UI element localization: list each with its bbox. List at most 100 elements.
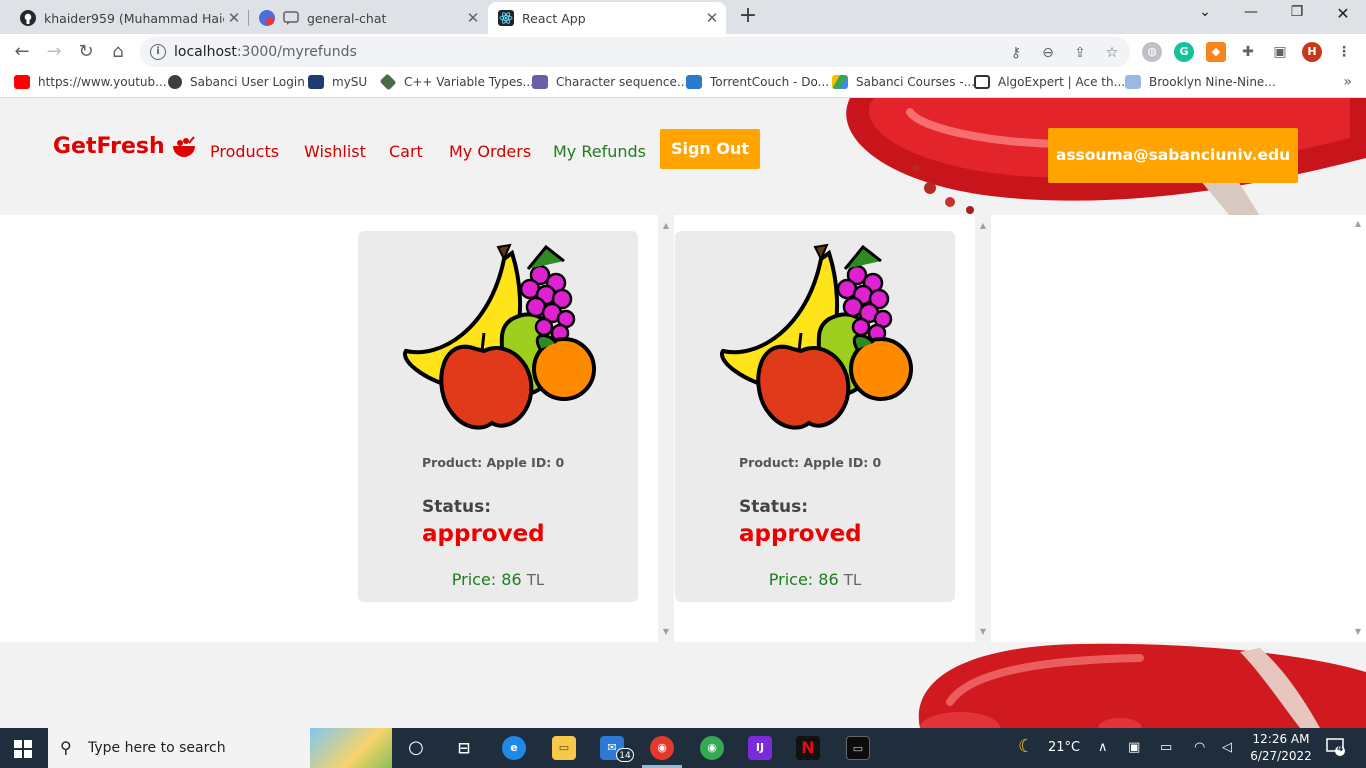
bookmark-brooklyn-nine-nine[interactable]: Brooklyn Nine-Nine... <box>1125 75 1276 89</box>
tab-strip: khaider959 (Muhammad Haider ✕ general-ch… <box>0 0 1366 34</box>
side-panel-icon[interactable]: ▣ <box>1270 42 1290 62</box>
scroll-up-arrow-icon[interactable]: ▲ <box>658 221 674 230</box>
card-scrollbar[interactable]: ▲ ▼ <box>975 215 991 642</box>
scroll-down-arrow-icon[interactable]: ▼ <box>658 627 674 636</box>
restore-button[interactable]: ❐ <box>1282 4 1312 26</box>
fruit-basket-image <box>403 243 596 430</box>
show-hidden-icons-icon[interactable]: ∧ <box>1098 740 1108 755</box>
weather-moon-icon[interactable]: ☾ <box>1018 736 1034 757</box>
share-icon[interactable]: ⇪ <box>1070 43 1090 63</box>
cortana-icon[interactable]: ○ <box>404 736 428 760</box>
refund-scroll-container[interactable]: Product: Apple ID: 0 Status: approved Pr… <box>358 215 674 642</box>
scroll-down-arrow-icon[interactable]: ▼ <box>975 627 991 636</box>
new-tab-button[interactable]: + <box>736 5 760 29</box>
reload-button[interactable]: ↻ <box>74 40 98 64</box>
bookmark-cpp-variables[interactable]: C++ Variable Types... <box>379 73 534 91</box>
chat-icon <box>283 11 299 25</box>
back-button[interactable]: ← <box>10 40 34 64</box>
google-drive-icon <box>832 75 848 89</box>
nav-cart[interactable]: Cart <box>389 142 423 161</box>
refund-card: Product: Apple ID: 0 Status: approved Pr… <box>358 231 638 602</box>
wifi-icon[interactable]: ◠ <box>1194 740 1205 755</box>
bookmark-algoexpert[interactable]: AlgoExpert | Ace th... <box>974 75 1125 89</box>
brooklyn-icon <box>1125 75 1141 89</box>
scroll-down-arrow-icon[interactable]: ▼ <box>1350 627 1366 636</box>
bookmark-character-sequence[interactable]: Character sequence... <box>532 75 688 89</box>
metamask-extension-icon[interactable]: ◆ <box>1206 42 1226 62</box>
card-scrollbar[interactable]: ▲ ▼ <box>658 215 674 642</box>
bookmark-sabanci-login[interactable]: Sabanci User Login <box>168 75 305 89</box>
home-button[interactable]: ⌂ <box>106 40 130 64</box>
netflix-icon[interactable]: N <box>796 736 820 760</box>
bookmark-star-icon[interactable]: ☆ <box>1102 43 1122 63</box>
tab-react-app[interactable]: React App ✕ <box>488 2 726 34</box>
price-label: Price: <box>768 570 814 589</box>
volume-icon[interactable]: ◁ <box>1222 740 1232 755</box>
bookmark-mysu[interactable]: mySU <box>308 75 367 89</box>
user-email-button[interactable]: assouma@sabanciuniv.edu <box>1048 128 1298 183</box>
tab-search-icon[interactable]: ⌄ <box>1190 4 1220 26</box>
minimize-button[interactable]: — <box>1236 4 1266 26</box>
page-scrollbar[interactable]: ▲ ▼ <box>1350 215 1366 642</box>
grammarly-extension-icon[interactable]: G <box>1174 42 1194 62</box>
bookmark-label: https://www.youtub... <box>38 75 167 89</box>
close-tab-icon[interactable]: ✕ <box>224 9 244 27</box>
refund-card: Product: Apple ID: 0 Status: approved Pr… <box>675 231 955 602</box>
chrome-icon[interactable]: ◉ <box>700 736 724 760</box>
forward-button[interactable]: → <box>42 40 66 64</box>
nav-wishlist[interactable]: Wishlist <box>304 142 366 161</box>
meet-now-icon[interactable]: ▣ <box>1128 740 1140 755</box>
battery-icon[interactable]: ▭ <box>1160 740 1172 755</box>
scroll-up-arrow-icon[interactable]: ▲ <box>975 221 991 230</box>
grammarly-icon <box>259 10 275 26</box>
refund-scroll-container[interactable]: Product: Apple ID: 0 Status: approved Pr… <box>675 215 991 642</box>
refund-product-name: Product: Apple ID: 0 <box>422 455 565 470</box>
bookmark-label: AlgoExpert | Ace th... <box>998 75 1126 89</box>
globe-extension-icon[interactable]: ◍ <box>1142 42 1162 62</box>
url-text[interactable]: localhost:3000/myrefunds <box>174 44 357 60</box>
tab-general-chat[interactable]: general-chat ✕ <box>249 2 487 34</box>
notification-center-icon[interactable]: 4 <box>1326 738 1346 756</box>
bookmark-sabanci-courses[interactable]: Sabanci Courses -... <box>832 75 975 89</box>
url-path: :3000/myrefunds <box>236 44 357 60</box>
bookmark-youtube[interactable]: https://www.youtub... <box>14 75 167 89</box>
close-window-button[interactable]: ✕ <box>1328 4 1358 26</box>
more-bookmarks-icon[interactable]: » <box>1343 74 1352 90</box>
price-currency: TL <box>843 571 862 589</box>
menu-kebab-icon[interactable]: ⋮ <box>1334 42 1354 62</box>
site-info-icon[interactable]: i <box>150 44 166 60</box>
terminal-icon[interactable]: ▭ <box>846 736 870 760</box>
profile-avatar[interactable]: H <box>1302 42 1322 62</box>
edge-icon[interactable]: e <box>502 736 526 760</box>
close-tab-icon[interactable]: ✕ <box>463 9 483 27</box>
bookmark-torrentcouch[interactable]: TorrentCouch - Do... <box>686 75 829 89</box>
file-explorer-icon[interactable]: ▭ <box>552 736 576 760</box>
bookmarks-bar: https://www.youtub... Sabanci User Login… <box>0 70 1366 98</box>
cplusplus-icon <box>532 75 548 89</box>
torrentcouch-icon <box>686 75 702 89</box>
task-view-icon[interactable]: ⊟ <box>452 736 476 760</box>
extensions-puzzle-icon[interactable]: ✚ <box>1238 42 1258 62</box>
nav-my-refunds[interactable]: My Refunds <box>553 142 646 161</box>
system-clock[interactable]: 12:26 AM 6/27/2022 <box>1248 731 1314 765</box>
salad-bowl-icon <box>172 135 195 157</box>
close-tab-icon[interactable]: ✕ <box>702 9 722 27</box>
tab-title: React App <box>522 10 586 26</box>
bookmark-label: C++ Variable Types... <box>404 75 534 89</box>
sign-out-button[interactable]: Sign Out <box>660 129 760 169</box>
tab-github[interactable]: khaider959 (Muhammad Haider ✕ <box>0 2 248 34</box>
nav-products[interactable]: Products <box>210 142 279 161</box>
tab-title: general-chat <box>307 10 387 26</box>
getfresh-logo[interactable]: GetFresh <box>53 134 197 159</box>
bookmark-label: mySU <box>332 75 368 89</box>
zoom-icon[interactable]: ⊖ <box>1038 43 1058 63</box>
nav-my-orders[interactable]: My Orders <box>449 142 531 161</box>
intellij-icon[interactable]: IJ <box>748 736 772 760</box>
scroll-up-arrow-icon[interactable]: ▲ <box>1350 219 1366 228</box>
weather-temperature[interactable]: 21°C <box>1048 740 1080 755</box>
windows-start-icon[interactable] <box>14 740 32 758</box>
taskbar-search-box[interactable]: ⚲ Type here to search <box>48 728 392 768</box>
key-icon[interactable]: ⚷ <box>1006 43 1026 63</box>
chrome-profile-icon[interactable]: ◉ <box>650 736 674 760</box>
address-bar[interactable]: i localhost:3000/myrefunds ⚷ ⊖ ⇪ ☆ <box>140 37 1130 67</box>
